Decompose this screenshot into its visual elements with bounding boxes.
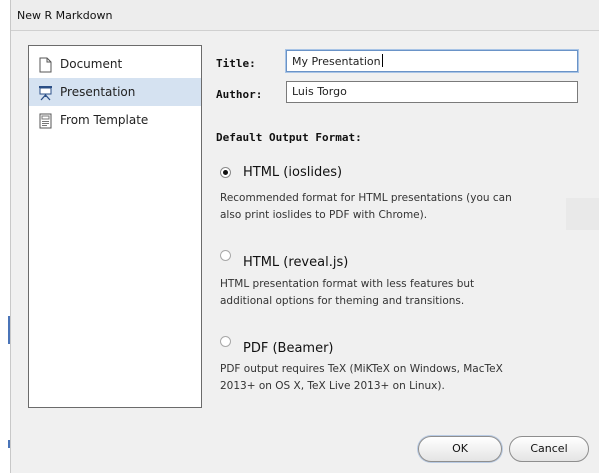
format-description-line: 2013+ on OS X, TeX Live 2013+ on Linux). [220, 380, 445, 392]
doc-type-presentation[interactable]: Presentation [29, 78, 201, 106]
ok-button[interactable]: OK [418, 436, 502, 462]
author-label: Author: [216, 88, 263, 101]
format-description: Recommended format for HTML presentation… [220, 190, 580, 224]
format-description-line: HTML presentation format with less featu… [220, 278, 475, 290]
default-output-format-heading: Default Output Format: [216, 131, 362, 144]
doc-type-label: Presentation [60, 85, 136, 99]
background-artifact [566, 198, 599, 230]
title-input[interactable]: My Presentation [286, 50, 578, 72]
cancel-button[interactable]: Cancel [509, 436, 589, 462]
title-label: Title: [216, 57, 256, 70]
author-input[interactable]: Luis Torgo [286, 81, 578, 103]
format-label-pdf-beamer[interactable]: PDF (Beamer) [243, 341, 334, 356]
presentation-icon [39, 86, 52, 101]
background-window-edge [0, 0, 10, 473]
document-type-list: Document Presentation From Template [28, 45, 202, 408]
format-label-html-revealjs[interactable]: HTML (reveal.js) [243, 255, 348, 270]
new-r-markdown-dialog: New R Markdown Document Presentation Fro… [10, 0, 599, 473]
format-radio-html-revealjs[interactable] [220, 250, 231, 261]
format-description: PDF output requires TeX (MiKTeX on Windo… [220, 361, 580, 395]
format-description-line: PDF output requires TeX (MiKTeX on Windo… [220, 363, 503, 375]
doc-type-label: From Template [60, 113, 149, 127]
format-description-line: Recommended format for HTML presentation… [220, 192, 512, 204]
doc-type-label: Document [60, 57, 123, 71]
author-input-value: Luis Torgo [292, 85, 347, 98]
dialog-titlebar[interactable]: New R Markdown [11, 0, 599, 31]
doc-type-document[interactable]: Document [29, 50, 201, 78]
text-caret [381, 54, 383, 67]
format-description: HTML presentation format with less featu… [220, 276, 580, 310]
format-label-html-ioslides[interactable]: HTML (ioslides) [243, 165, 342, 180]
format-description-line: additional options for theming and trans… [220, 295, 465, 307]
document-icon [39, 57, 52, 73]
title-input-value: My Presentation [292, 55, 381, 68]
dialog-title: New R Markdown [17, 9, 113, 22]
format-radio-html-ioslides[interactable] [220, 167, 231, 178]
template-icon [39, 113, 52, 129]
format-description-line: also print ioslides to PDF with Chrome). [220, 209, 428, 221]
doc-type-from-template[interactable]: From Template [29, 106, 201, 134]
format-radio-pdf-beamer[interactable] [220, 336, 231, 347]
